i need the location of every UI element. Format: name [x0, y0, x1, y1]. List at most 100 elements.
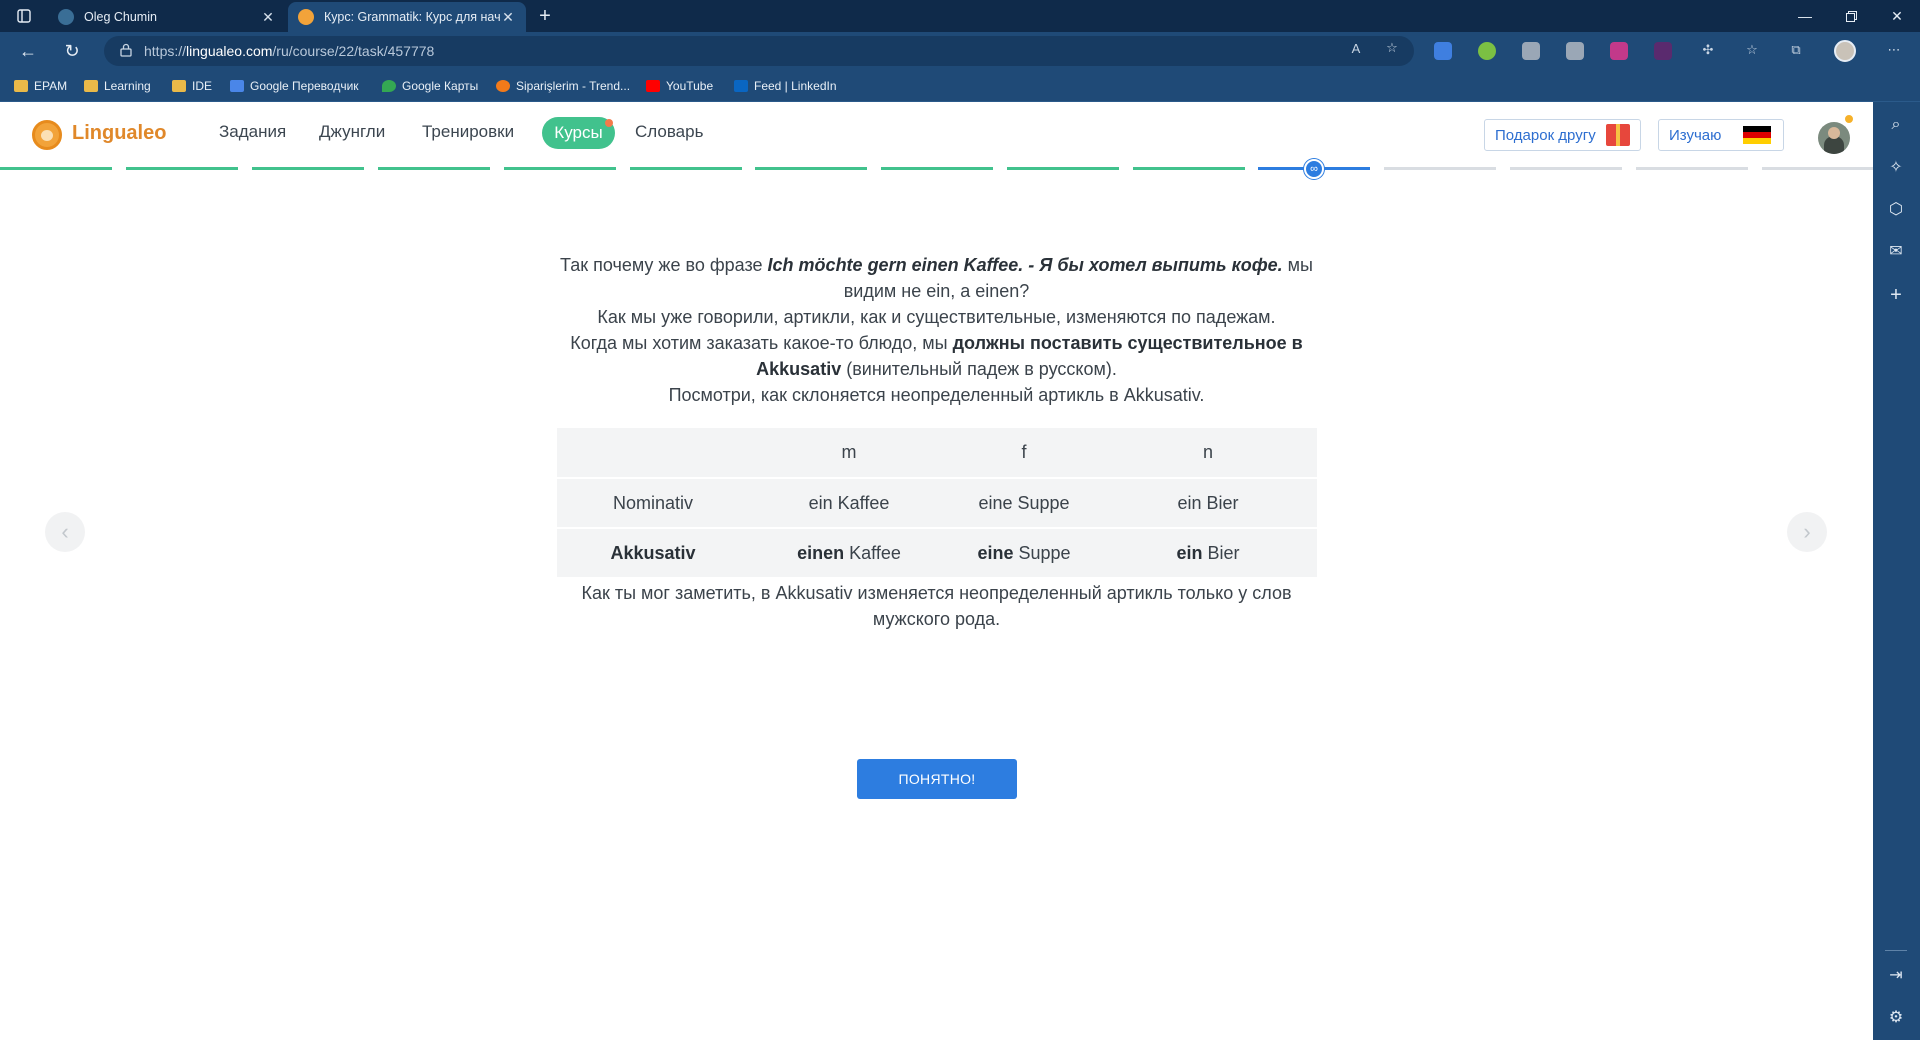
progress-segment[interactable]	[881, 167, 993, 170]
add-sidebar-app-icon[interactable]: +	[1885, 284, 1907, 306]
example-phrase: Ich möchte gern einen Kaffee. - Я бы хот…	[767, 255, 1283, 275]
progress-segment[interactable]	[755, 167, 867, 170]
bookmark-label: Feed | LinkedIn	[754, 79, 837, 93]
progress-segment[interactable]	[504, 167, 616, 170]
progress-segment[interactable]	[0, 167, 112, 170]
progress-segment[interactable]	[1133, 167, 1245, 170]
hide-sidebar-icon[interactable]: ⇥	[1885, 964, 1907, 986]
nav-courses[interactable]: Курсы	[542, 117, 615, 149]
gift-icon	[1605, 124, 1630, 146]
bookmark-label: IDE	[192, 79, 213, 93]
folder-icon	[84, 80, 98, 92]
refresh-icon[interactable]: ↻	[58, 38, 86, 64]
progress-segment[interactable]	[1636, 167, 1748, 170]
trendyol-icon	[496, 80, 510, 92]
noun: Kaffee	[837, 492, 890, 513]
extension-icon[interactable]	[1566, 42, 1584, 60]
table-cell: ein Bier	[1099, 528, 1317, 579]
address-bar-row: ← ↻ https://lingualeo.com/ru/course/22/t…	[0, 32, 1920, 70]
bookmark-google-translate[interactable]: Google Переводчик	[230, 77, 359, 95]
sidebar-settings-icon[interactable]: ⚙	[1885, 1006, 1907, 1028]
add-favorite-icon[interactable]: ☆	[1382, 39, 1402, 57]
nav-tasks[interactable]: Задания	[219, 122, 286, 142]
table-cell: einen Kaffee	[749, 528, 949, 579]
tab-oleg-chumin[interactable]: Oleg Chumin ✕	[48, 2, 286, 32]
article: ein	[1176, 542, 1203, 563]
progress-segment[interactable]	[1762, 167, 1873, 170]
copilot-icon[interactable]: ✧	[1885, 156, 1907, 178]
lesson-text: Когда мы хотим заказать какое-то блюдо, …	[570, 333, 953, 353]
lingualeo-lion-icon[interactable]	[32, 120, 62, 150]
linkedin-icon	[734, 80, 748, 92]
sidebar-divider	[1885, 950, 1907, 951]
translate-extension-icon[interactable]	[1434, 42, 1452, 60]
table-row: Akkusativ einen Kaffee eine Suppe ein Bi…	[557, 528, 1317, 579]
table-header-cell: m	[749, 428, 949, 479]
search-icon[interactable]: ⌕	[1885, 114, 1907, 136]
table-cell: ein Bier	[1099, 478, 1317, 529]
close-tab-icon[interactable]: ✕	[260, 9, 276, 26]
table-header-row: m f n	[557, 428, 1317, 479]
grammarly-extension-icon[interactable]	[1478, 42, 1496, 60]
close-window-icon[interactable]: ✕	[1874, 0, 1920, 32]
progress-segment[interactable]	[378, 167, 490, 170]
lingualeo-favicon-icon	[298, 9, 314, 25]
progress-segment[interactable]	[1007, 167, 1119, 170]
tab-lingualeo-course[interactable]: Курс: Grammatik: Курс для начи ✕	[288, 2, 526, 32]
bookmark-youtube[interactable]: YouTube	[646, 77, 713, 95]
logo[interactable]: Lingualeo	[72, 122, 166, 145]
games-icon[interactable]: ⬡	[1885, 198, 1907, 220]
learning-language-button[interactable]: Изучаю	[1658, 119, 1784, 151]
next-arrow-icon[interactable]: ›	[1787, 512, 1827, 552]
settings-more-icon[interactable]: ⋯	[1884, 41, 1904, 59]
tab-actions-icon[interactable]	[4, 0, 44, 32]
favorites-icon[interactable]: ☆	[1742, 41, 1762, 59]
bookmark-epam[interactable]: EPAM	[14, 77, 67, 95]
bookmark-linkedin[interactable]: Feed | LinkedIn	[734, 77, 837, 95]
user-avatar[interactable]	[1818, 122, 1850, 154]
outlook-icon[interactable]: ✉	[1885, 240, 1907, 262]
bookmark-ide[interactable]: IDE	[172, 77, 212, 95]
close-tab-icon[interactable]: ✕	[500, 9, 516, 26]
google-maps-icon	[382, 80, 396, 92]
progress-segment[interactable]	[126, 167, 238, 170]
folder-icon	[14, 80, 28, 92]
bookmark-google-maps[interactable]: Google Карты	[382, 77, 478, 95]
read-aloud-icon[interactable]: A	[1346, 39, 1366, 57]
previous-arrow-icon[interactable]: ‹	[45, 512, 85, 552]
bookmark-learning[interactable]: Learning	[84, 77, 151, 95]
nav-jungle[interactable]: Джунгли	[319, 122, 385, 142]
lock-icon[interactable]	[120, 43, 132, 57]
bookmark-label: EPAM	[34, 79, 68, 93]
new-tab-button[interactable]: +	[530, 0, 560, 32]
understood-button[interactable]: ПОНЯТНО!	[857, 759, 1017, 799]
profile-avatar[interactable]	[1834, 40, 1856, 62]
noun: Bier	[1207, 542, 1240, 563]
lesson-line-3: Как мы уже говорили, артикли, как и суще…	[597, 307, 1276, 327]
progress-segment[interactable]	[1384, 167, 1496, 170]
bookmarks-bar: EPAM Learning IDE Google Переводчик Goog…	[0, 70, 1920, 102]
nav-trainings[interactable]: Тренировки	[422, 122, 514, 142]
site-header: Lingualeo Задания Джунгли Тренировки Кур…	[0, 102, 1873, 166]
bookmark-trendyol[interactable]: Siparişlerim - Trend...	[496, 77, 630, 95]
progress-segment[interactable]	[252, 167, 364, 170]
tab-title: Курс: Grammatik: Курс для начи	[324, 10, 500, 24]
gift-friend-button[interactable]: Подарок другу	[1484, 119, 1641, 151]
minimize-icon[interactable]: —	[1782, 0, 1828, 32]
progress-segment[interactable]	[630, 167, 742, 170]
back-icon[interactable]: ←	[14, 38, 42, 64]
extensions-puzzle-icon[interactable]: ✣	[1698, 41, 1718, 59]
table-header-cell: n	[1099, 428, 1317, 479]
extension-icon[interactable]	[1522, 42, 1540, 60]
article: einen	[797, 542, 845, 563]
collections-icon[interactable]: ⧉	[1786, 41, 1806, 59]
lesson-text: (винительный падеж в русском).	[841, 359, 1117, 379]
bookmark-label: Learning	[104, 79, 151, 93]
nav-dictionary[interactable]: Словарь	[635, 122, 703, 142]
restore-icon[interactable]	[1828, 0, 1874, 32]
address-bar[interactable]: https://lingualeo.com/ru/course/22/task/…	[104, 36, 1414, 66]
extension-icon[interactable]	[1654, 42, 1672, 60]
progress-segment[interactable]	[1510, 167, 1622, 170]
youtube-icon	[646, 80, 660, 92]
extension-icon[interactable]	[1610, 42, 1628, 60]
